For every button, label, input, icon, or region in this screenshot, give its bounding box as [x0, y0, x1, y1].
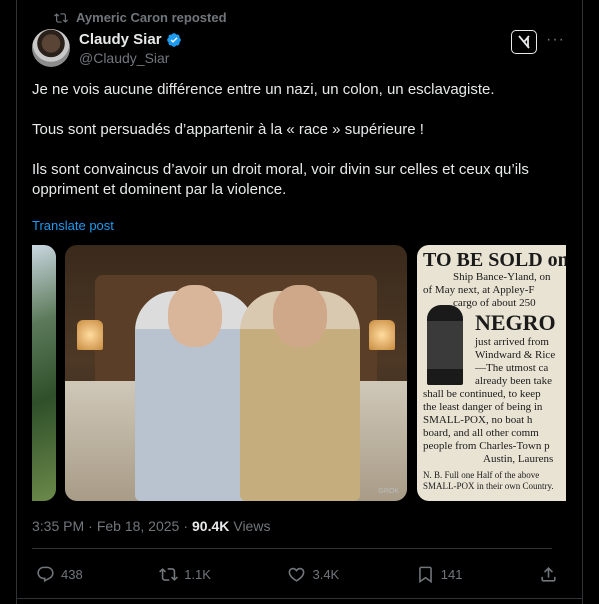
poster-footnote: SMALL-POX in their own Country.	[423, 481, 554, 491]
person-right	[240, 285, 360, 501]
bookmark-button[interactable]: 141	[416, 565, 463, 584]
verified-badge-icon	[166, 32, 181, 47]
author-name-row[interactable]: Claudy Siar	[79, 31, 182, 48]
share-icon	[541, 567, 556, 582]
meta-separator: ·	[88, 518, 93, 534]
media-image-1[interactable]	[32, 245, 56, 501]
views-count: 90.4K	[192, 518, 230, 534]
post-paragraph: Ils sont convaincus d’avoir un droit mor…	[32, 161, 529, 198]
reply-count: 438	[61, 567, 83, 582]
image-watermark: GROK	[378, 488, 399, 495]
share-button[interactable]	[539, 565, 558, 584]
poster-footnote: N. B. Full one Half of the above	[423, 470, 540, 480]
repost-text: Aymeric Caron reposted	[76, 10, 227, 25]
reply-button[interactable]: 438	[36, 565, 83, 584]
like-count: 3.4K	[312, 567, 340, 582]
avatar[interactable]	[32, 29, 70, 67]
poster-line: people from Charles-Town p	[423, 440, 550, 452]
poster-line: Austin, Laurens	[483, 453, 554, 465]
head	[168, 285, 222, 347]
grok-button[interactable]	[511, 30, 537, 54]
author-name[interactable]: Claudy Siar	[79, 31, 162, 48]
poster-line: SMALL-POX, no boat h	[423, 414, 533, 426]
repost-button[interactable]: 1.1K	[159, 565, 211, 584]
post-paragraph: Je ne vois aucune différence entre un na…	[32, 81, 495, 98]
translate-post-link[interactable]: Translate post	[32, 218, 114, 233]
repost-indicator[interactable]: Aymeric Caron reposted	[54, 10, 227, 25]
post-date[interactable]: Feb 18, 2025	[97, 518, 180, 534]
poster-line: Ship Bance-Yland, on	[453, 271, 551, 283]
views-label: Views	[233, 518, 271, 534]
bookmark-icon	[418, 566, 432, 584]
like-button[interactable]: 3.4K	[287, 565, 339, 584]
bottom-border	[16, 598, 583, 599]
poster-line: —The utmost ca	[475, 362, 549, 374]
post-paragraph: Tous sont persuadés d’appartenir à la « …	[32, 121, 424, 138]
bookmark-count: 141	[440, 567, 463, 582]
meta-separator: ·	[183, 518, 188, 534]
grok-icon	[518, 35, 530, 49]
author-handle[interactable]: @Claudy_Siar	[79, 50, 169, 66]
poster-line: shall be continued, to keep	[423, 388, 541, 400]
head	[273, 285, 327, 347]
poster-line: just arrived from	[475, 336, 549, 348]
media-image-2[interactable]: GROK	[65, 245, 407, 501]
more-options-icon[interactable]: ···	[546, 31, 565, 49]
lamp-right	[369, 320, 395, 350]
repost-icon	[159, 568, 179, 581]
action-bar: 438 1.1K 3.4K 141	[36, 565, 558, 584]
media-image-3[interactable]: TO BE SOLD on Ship Bance-Yland, on of Ma…	[417, 245, 566, 501]
divider	[32, 548, 552, 549]
poster-line: cargo of about 250	[453, 297, 536, 309]
poster-figure	[427, 305, 463, 385]
poster-line: already been take	[475, 375, 552, 387]
lamp-left	[77, 320, 103, 350]
poster-headline: NEGRO	[475, 310, 556, 335]
media-carousel: GROK TO BE SOLD on Ship Bance-Yland, on …	[32, 245, 566, 501]
heart-icon	[289, 567, 305, 582]
poster-line: of May next, at Appley-F	[423, 284, 535, 296]
post-text: Je ne vois aucune différence entre un na…	[32, 80, 552, 220]
poster-line: Windward & Rice	[475, 349, 556, 361]
poster-line: TO BE SOLD on	[423, 249, 566, 271]
repost-icon	[54, 12, 68, 23]
poster-line: the least danger of being in	[423, 401, 543, 413]
repost-count: 1.1K	[184, 567, 211, 582]
poster-line: board, and all other comm	[423, 427, 539, 439]
post-meta: 3:35 PM · Feb 18, 2025 · 90.4K Views	[32, 518, 270, 534]
reply-icon	[37, 566, 54, 583]
person-left	[135, 285, 255, 501]
post-time[interactable]: 3:35 PM	[32, 518, 84, 534]
